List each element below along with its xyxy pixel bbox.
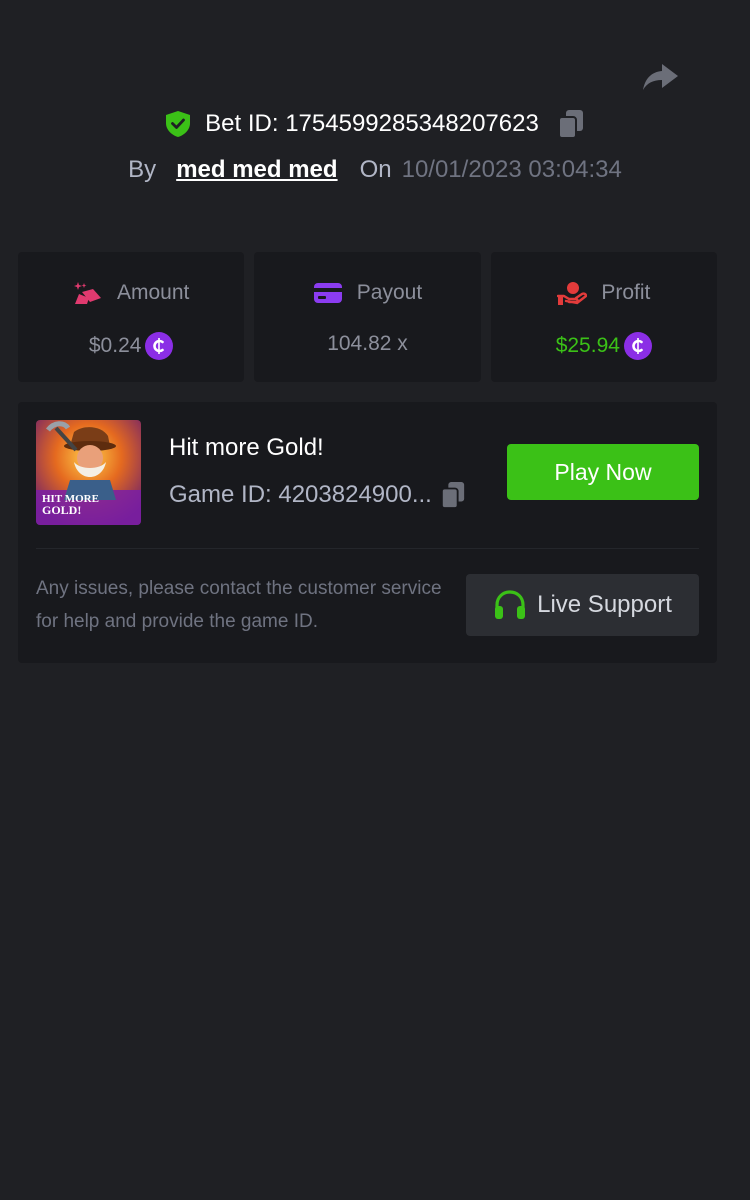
game-id-row: Game ID: 4203824900... [169,480,466,510]
stat-value: $0.24 [88,334,142,357]
bet-id-row: Bet ID: 1754599285348207623 [0,108,750,140]
bet-meta-row: By med med med On 10/01/2023 03:04:34 [0,156,750,184]
stat-amount: Amount $0.24 [18,252,245,382]
stat-payout: Payout 104.82 x [254,252,481,382]
divider [36,548,699,549]
by-label: By [128,156,157,183]
bet-datetime: 10/01/2023 03:04:34 [401,156,622,183]
copy-icon[interactable] [557,108,585,140]
bet-details-page: Bet ID: 1754599285348207623 By med med m… [0,0,750,1200]
stat-label: Amount [116,281,190,304]
coin-icon [623,332,652,360]
stat-value: $25.94 [555,334,620,357]
amount-icon [73,282,101,304]
stat-value: 104.82 x [327,332,408,355]
bet-id-text: Bet ID: 1754599285348207623 [205,110,539,137]
play-now-button[interactable]: Play Now [507,444,699,500]
verified-shield-icon [166,111,191,137]
card-icon [313,283,342,303]
thumb-title-line2: GOLD! [42,503,81,517]
profit-icon [557,282,588,305]
username-link[interactable]: med med med [176,156,337,184]
support-message: Any issues, please contact the customer … [36,578,442,632]
game-thumbnail[interactable]: HIT MORE GOLD! [36,420,141,525]
on-label: On [359,156,392,183]
game-title[interactable]: Hit more Gold! [169,434,324,462]
live-support-label: Live Support [537,591,672,618]
headset-icon [495,590,526,619]
game-id-text: Game ID: 4203824900... [169,481,432,508]
stat-label: Profit [601,281,651,304]
copy-icon[interactable] [440,480,466,510]
bet-stats: Amount $0.24 Payout 104.82 x Profit $25.… [18,252,717,382]
stat-label: Payout [356,281,423,304]
live-support-button[interactable]: Live Support [466,574,699,636]
stat-profit: Profit $25.94 [490,252,717,382]
game-card: HIT MORE GOLD! Hit more Gold! Game ID: 4… [18,402,717,663]
share-icon[interactable] [640,56,680,96]
coin-icon [145,332,174,360]
